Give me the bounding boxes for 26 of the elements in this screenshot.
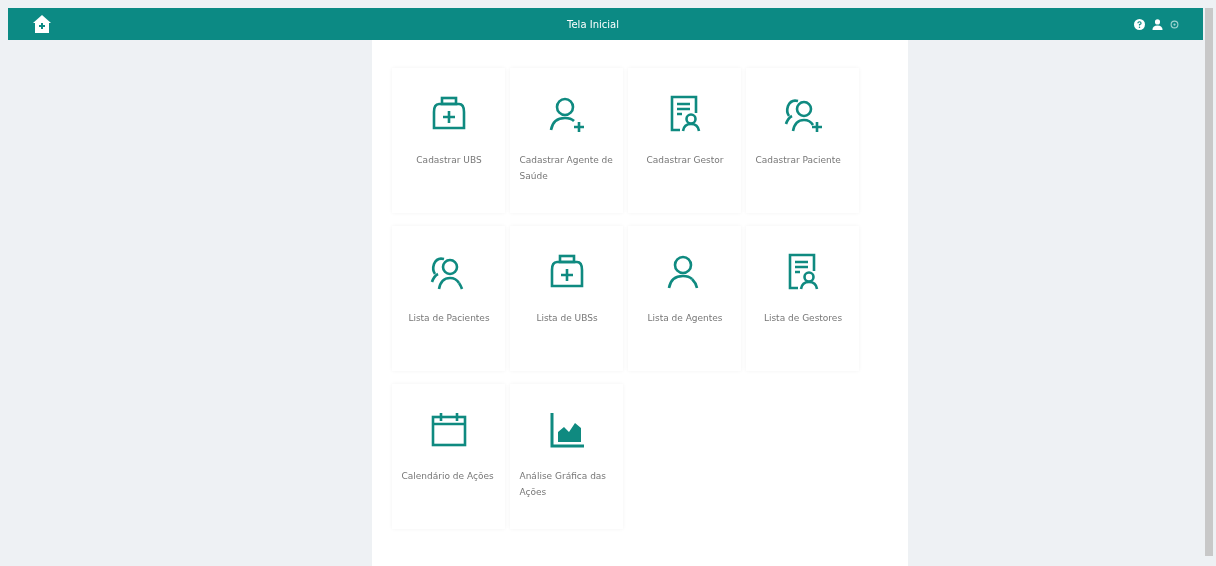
menu-tile[interactable]: Lista de Gestores <box>745 226 859 371</box>
menu-tile[interactable]: Cadastrar Paciente <box>745 68 859 213</box>
tile-label: Lista de Pacientes <box>407 312 491 325</box>
menu-tile[interactable]: Cadastrar UBS <box>391 68 505 213</box>
scrollbar[interactable] <box>1205 8 1213 556</box>
tile-label: Lista de UBSs <box>535 312 599 325</box>
menu-tile[interactable]: Lista de Pacientes <box>391 226 505 371</box>
menu-tile[interactable]: Cadastrar Agente de Saúde <box>509 68 623 213</box>
menu-tile[interactable]: Calendário de Ações <box>391 384 505 529</box>
page-title: Tela Inicial <box>566 18 620 30</box>
tile-label: Lista de Agentes <box>646 312 724 325</box>
tile-label: Análise Gráfica das Ações <box>519 470 608 499</box>
tile-label: Lista de Gestores <box>762 312 844 325</box>
menu-tile[interactable]: Cadastrar Gestor <box>627 68 741 213</box>
menu-tile[interactable]: Lista de UBSs <box>509 226 623 371</box>
home-icon[interactable] <box>32 14 52 34</box>
menu-tile[interactable]: Análise Gráfica das Ações <box>509 384 623 529</box>
tile-label: Cadastrar Paciente <box>755 154 842 167</box>
tile-label: Cadastrar Agente de Saúde <box>519 154 614 183</box>
tile-label: Cadastrar Gestor <box>645 154 725 167</box>
help-icon[interactable] <box>1134 18 1145 30</box>
settings-icon[interactable] <box>1170 19 1179 29</box>
menu-tile[interactable]: Lista de Agentes <box>627 226 741 371</box>
tile-label: Calendário de Ações <box>401 470 495 483</box>
tile-label: Cadastrar UBS <box>415 154 483 167</box>
user-icon[interactable] <box>1152 18 1163 30</box>
